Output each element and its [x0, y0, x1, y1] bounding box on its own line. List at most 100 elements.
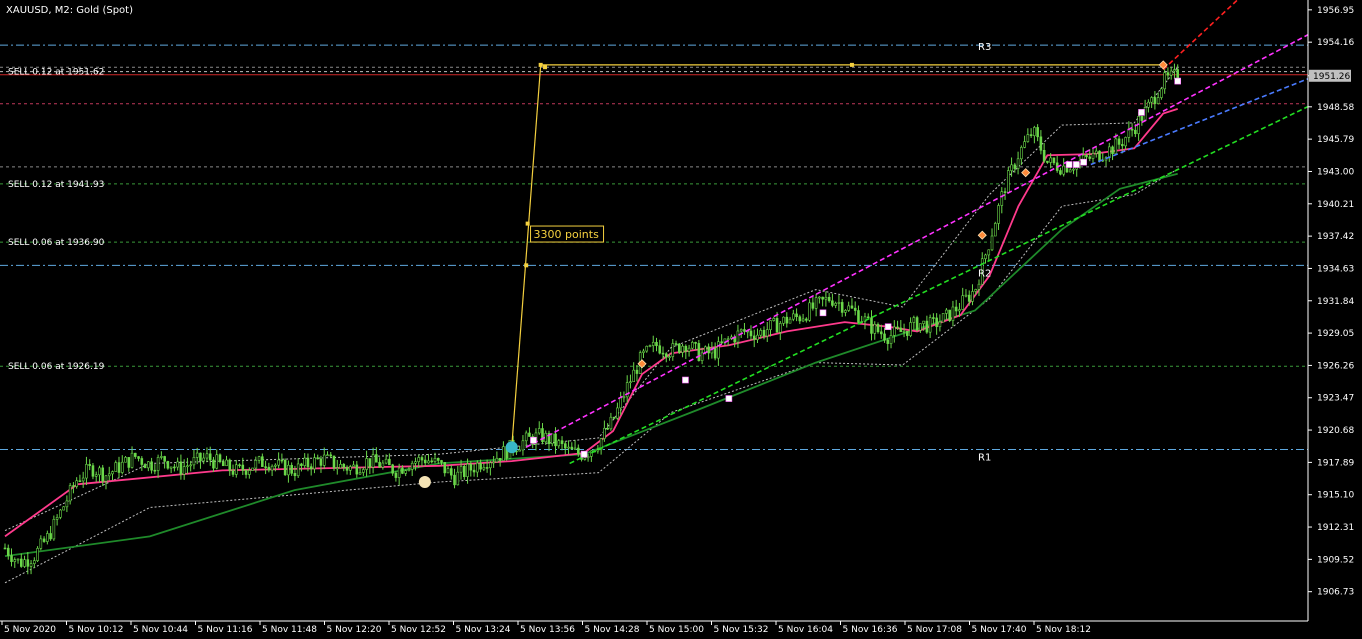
- price-chart[interactable]: 3300 points R3 R2 R1 SELL 0.12 at 1951.62 SE…: [0, 0, 1362, 639]
- order-label: SELL 0.06 at 1936.90: [8, 238, 105, 248]
- candle-body: [173, 466, 176, 469]
- candle-body: [857, 310, 860, 323]
- candle-body: [1029, 134, 1033, 137]
- candle-body: [1026, 134, 1030, 142]
- x-tick-label: 5 Nov 10:12: [69, 625, 124, 635]
- candle-body: [339, 464, 342, 469]
- candle-body: [160, 456, 163, 458]
- candle-body: [169, 466, 173, 469]
- candle-body: [88, 464, 91, 466]
- x-tick-label: 5 Nov 15:32: [714, 625, 769, 635]
- candle-body: [498, 457, 502, 461]
- entry-circle[interactable]: [418, 475, 431, 488]
- candle-body: [316, 457, 320, 460]
- candle-body: [831, 300, 834, 306]
- y-tick-label: 1937.42: [1317, 232, 1354, 242]
- candle-body: [834, 302, 837, 306]
- x-tick-label: 5 Nov 10:44: [133, 625, 188, 635]
- candle-body: [202, 457, 206, 462]
- candle-body: [277, 459, 280, 466]
- y-tick-label: 1906.73: [1317, 588, 1354, 598]
- candle-body: [557, 440, 561, 447]
- candle-body: [821, 296, 824, 300]
- candle-body: [1052, 157, 1056, 164]
- signal-marker[interactable]: [1138, 109, 1145, 116]
- signal-marker[interactable]: [1174, 77, 1181, 85]
- candle-body: [492, 461, 495, 464]
- candle-body: [938, 321, 942, 328]
- candle-body: [274, 464, 277, 467]
- candle-body: [306, 457, 310, 467]
- candle-body: [573, 447, 577, 450]
- candle-body: [479, 462, 482, 470]
- y-tick-label: 1945.79: [1317, 135, 1354, 145]
- candle-body: [661, 352, 665, 355]
- measure-handle[interactable]: [524, 263, 529, 268]
- candle-body: [489, 462, 492, 469]
- candle-body: [717, 341, 720, 359]
- candle-body: [1062, 165, 1065, 175]
- candle-body: [876, 324, 880, 333]
- candle-body: [6, 547, 10, 556]
- candle-body: [844, 310, 847, 313]
- candle-body: [163, 456, 166, 462]
- candle-body: [570, 446, 574, 450]
- candle-body: [883, 333, 886, 341]
- candle-body: [521, 440, 525, 451]
- candle-body: [635, 369, 639, 374]
- candle-body: [466, 463, 469, 477]
- measure-handle[interactable]: [525, 221, 530, 226]
- y-tick-label: 1912.31: [1317, 523, 1354, 533]
- candle-body: [912, 317, 916, 323]
- x-tick-label: 5 Nov 12:20: [327, 625, 382, 635]
- candle-body: [1160, 88, 1163, 98]
- measure-handle[interactable]: [538, 62, 543, 67]
- candle-body: [436, 458, 440, 461]
- candle-body: [658, 345, 662, 354]
- candle-body: [120, 461, 124, 473]
- signal-marker[interactable]: [725, 395, 733, 402]
- signal-marker[interactable]: [819, 309, 827, 317]
- candle-body: [1147, 101, 1150, 108]
- candle-body: [55, 517, 59, 520]
- measure-handle[interactable]: [543, 65, 548, 70]
- signal-marker[interactable]: [580, 450, 588, 458]
- candle-body: [358, 472, 362, 475]
- signal-marker[interactable]: [884, 323, 892, 331]
- candle-body: [909, 322, 912, 336]
- signal-marker[interactable]: [1080, 158, 1087, 166]
- candle-body: [925, 320, 929, 333]
- candle-body: [378, 461, 381, 468]
- candle-body: [772, 318, 776, 321]
- candle-body: [632, 369, 635, 382]
- candle-body: [352, 464, 355, 467]
- candle-body: [1091, 153, 1095, 159]
- signal-marker[interactable]: [530, 436, 537, 444]
- signal-marker[interactable]: [1065, 161, 1073, 168]
- candle-body: [902, 330, 906, 333]
- candle-body: [651, 341, 655, 346]
- candle-body: [616, 407, 619, 419]
- candle-body: [244, 470, 248, 475]
- measure-handle[interactable]: [849, 62, 854, 67]
- candle-body: [98, 467, 101, 476]
- candle-body: [381, 462, 385, 468]
- candle-body: [449, 468, 453, 476]
- candle-body: [720, 341, 723, 344]
- chart-window[interactable]: 3300 points R3 R2 R1 SELL 0.12 at 1951.62 SE…: [0, 0, 1362, 639]
- candle-body: [1150, 97, 1153, 103]
- entry-circle[interactable]: [505, 441, 518, 454]
- candle-body: [189, 464, 192, 467]
- candle-body: [1020, 147, 1023, 160]
- candle-body: [1085, 154, 1088, 158]
- candle-body: [935, 317, 938, 328]
- candle-body: [915, 317, 919, 331]
- candle-body: [502, 446, 505, 461]
- candle-body: [528, 432, 531, 437]
- candle-body: [954, 306, 958, 312]
- candle-body: [694, 342, 697, 344]
- candle-body: [743, 329, 746, 332]
- signal-marker[interactable]: [1073, 161, 1080, 168]
- signal-marker[interactable]: [682, 376, 689, 384]
- candle-body: [726, 338, 730, 341]
